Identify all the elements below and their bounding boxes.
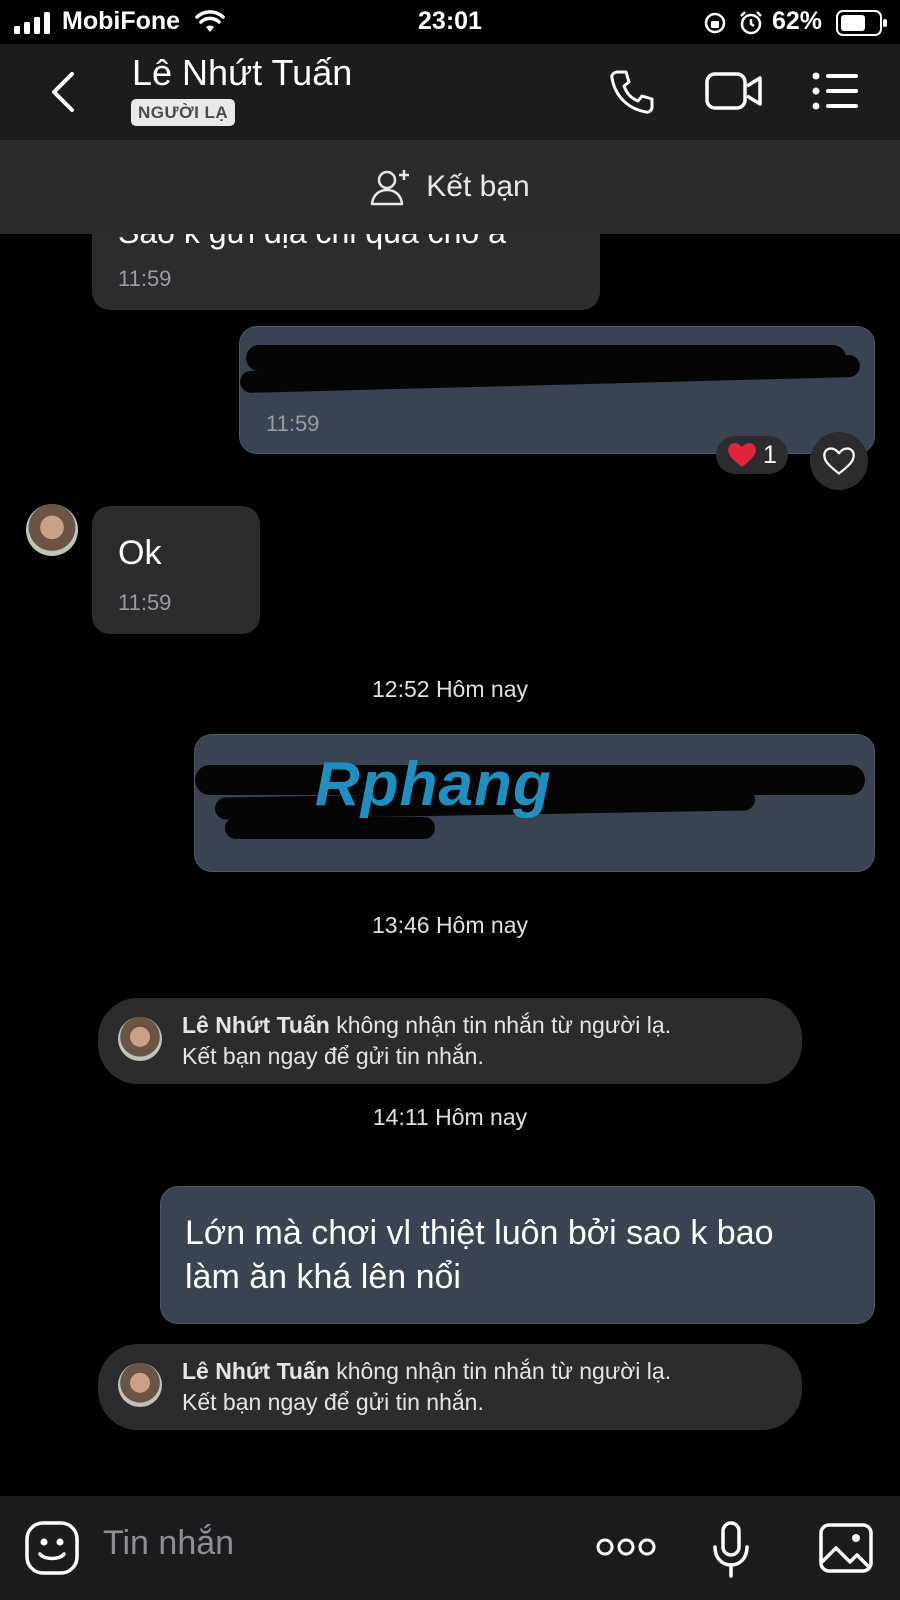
add-friend-label: Kết bạn <box>426 170 530 203</box>
clock: 23:01 <box>418 7 482 35</box>
system-notice-line2: Kết bạn ngay để gửi tin nhắn. <box>182 1043 484 1069</box>
message-text: Sao k gửi địa chỉ qua cho a <box>118 234 506 251</box>
avatar <box>118 1017 162 1061</box>
reaction-badge[interactable]: 1 <box>716 436 788 474</box>
message-bubble-outgoing[interactable]: 11:59 <box>239 326 875 454</box>
chat-area[interactable]: Sao k gửi địa chỉ qua cho a 11:59 11:59 … <box>0 234 900 1496</box>
add-friend-button[interactable]: Kết bạn <box>0 140 900 234</box>
system-notice-text: Lê Nhứt Tuấn không nhận tin nhắn từ ngườ… <box>182 1356 671 1418</box>
message-bubble-outgoing[interactable]: Rphang <box>194 734 875 872</box>
avatar[interactable] <box>26 504 78 556</box>
microphone-icon[interactable] <box>712 1520 750 1580</box>
menu-icon[interactable] <box>812 72 858 110</box>
system-notice-text: Lê Nhứt Tuấn không nhận tin nhắn từ ngườ… <box>182 1010 671 1072</box>
message-bubble-incoming[interactable]: Sao k gửi địa chỉ qua cho a 11:59 <box>92 234 600 310</box>
alarm-icon <box>740 11 762 35</box>
rotation-lock-icon <box>704 12 726 34</box>
react-button[interactable] <box>810 432 868 490</box>
system-notice-line1: không nhận tin nhắn từ người lạ. <box>329 1012 672 1038</box>
contact-name-bold: Lê Nhứt Tuấn <box>182 1358 330 1384</box>
stranger-badge: NGƯỜI LẠ <box>131 99 236 126</box>
system-notice-line2: Kết bạn ngay để gửi tin nhắn. <box>182 1389 484 1415</box>
reaction-count: 1 <box>763 440 777 469</box>
battery-percentage: 62% <box>772 7 823 35</box>
time-separator: 12:52 Hôm nay <box>372 676 528 702</box>
video-call-icon[interactable] <box>705 70 763 112</box>
redaction-scribble <box>225 817 435 839</box>
contact-name-bold: Lê Nhứt Tuấn <box>182 1012 330 1038</box>
watermark-logo: Rphang <box>315 750 552 819</box>
heart-reaction-icon <box>728 443 757 467</box>
battery-icon <box>836 10 887 36</box>
add-user-icon <box>371 170 410 206</box>
message-time: 11:59 <box>118 266 172 291</box>
time-separator: 14:11 Hôm nay <box>372 1104 528 1130</box>
message-text: Ok <box>118 534 162 572</box>
heart-outline-icon <box>823 447 855 475</box>
phone-call-icon[interactable] <box>608 68 656 116</box>
time-separator: 13:46 Hôm nay <box>372 912 528 938</box>
message-text: Lớn mà chơi vl thiệt luôn bởi sao k bao … <box>185 1211 774 1299</box>
system-notice: Lê Nhứt Tuấn không nhận tin nhắn từ ngườ… <box>98 998 802 1084</box>
message-time: 11:59 <box>118 590 172 615</box>
status-bar: MobiFone 23:01 62% <box>0 0 900 44</box>
contact-name[interactable]: Lê Nhứt Tuấn <box>132 52 352 94</box>
more-options-icon[interactable] <box>596 1533 656 1561</box>
message-text-line1: Lớn mà chơi vl thiệt luôn bởi sao k bao <box>185 1214 774 1252</box>
sticker-icon[interactable] <box>24 1520 80 1576</box>
message-bubble-incoming[interactable]: Ok 11:59 <box>92 506 260 634</box>
message-text-line2: làm ăn khá lên nổi <box>185 1258 461 1296</box>
system-notice-line1: không nhận tin nhắn từ người lạ. <box>329 1358 672 1384</box>
message-input[interactable]: Tin nhắn <box>103 1524 234 1563</box>
message-time: 11:59 <box>266 411 320 436</box>
avatar <box>118 1363 162 1407</box>
back-button[interactable] <box>48 70 78 114</box>
message-bubble-outgoing[interactable]: Lớn mà chơi vl thiệt luôn bởi sao k bao … <box>160 1186 875 1324</box>
image-gallery-icon[interactable] <box>818 1522 874 1574</box>
system-notice: Lê Nhứt Tuấn không nhận tin nhắn từ ngườ… <box>98 1344 802 1430</box>
